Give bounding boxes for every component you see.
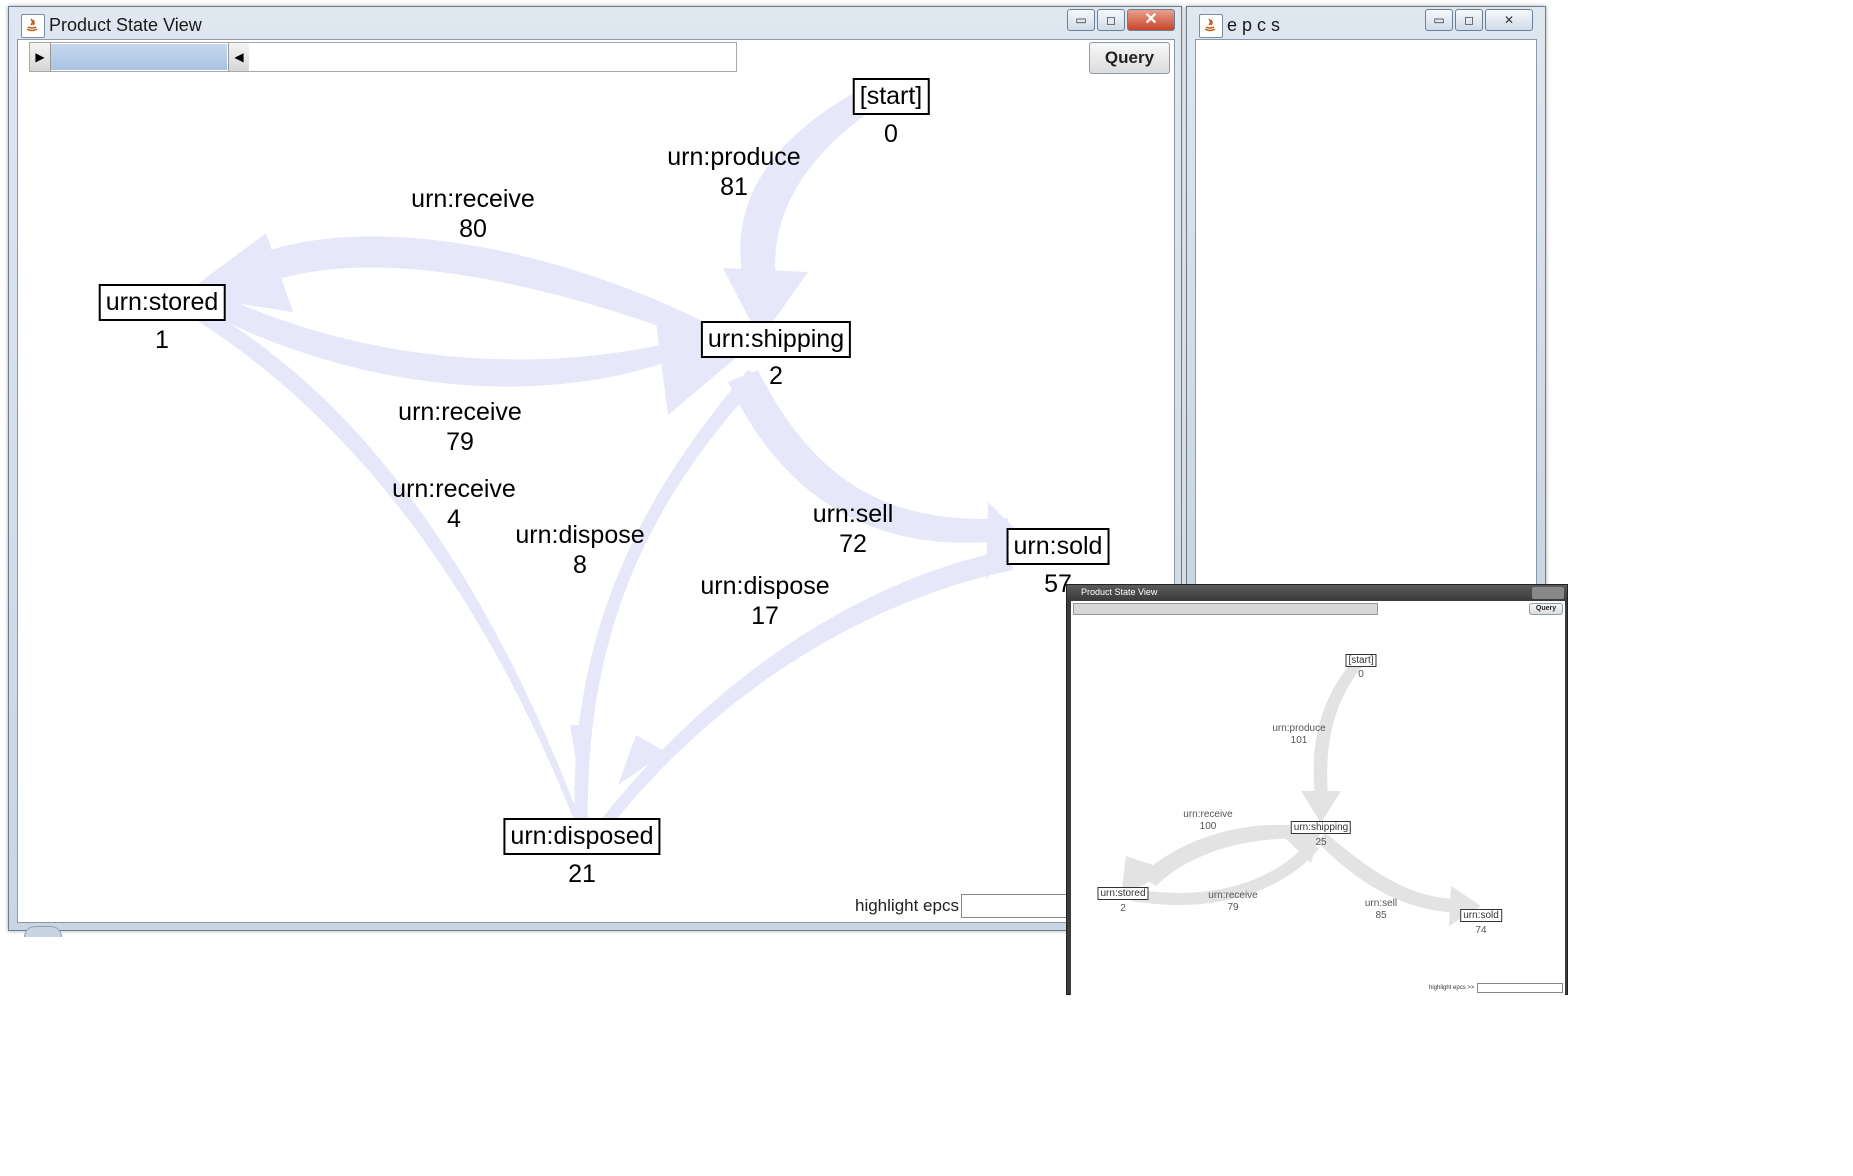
edge-count-receive-79: 79 bbox=[446, 428, 474, 456]
edge-count-dispose-17: 17 bbox=[751, 602, 779, 630]
edge-receive-4 bbox=[188, 310, 584, 830]
inset-edges bbox=[1121, 656, 1481, 926]
graph-canvas: ▶ ◀ Query [start] 0 urn:stored 1 urn:shi… bbox=[17, 39, 1175, 923]
inset-edge-count-receive-100: 100 bbox=[1199, 821, 1217, 832]
inset-window-controls[interactable] bbox=[1532, 587, 1564, 599]
desktop-button-fragment bbox=[24, 926, 62, 937]
edge-count-receive-80: 80 bbox=[459, 215, 487, 243]
java-app-icon bbox=[1199, 14, 1223, 38]
minimize-button[interactable]: ▭ bbox=[1067, 9, 1095, 31]
edge-label-receive-80: urn:receive bbox=[411, 185, 535, 213]
inset-node-start[interactable]: [start] bbox=[1345, 654, 1377, 667]
product-state-window: Product State View ▭ ◻ ✕ ▶ ◀ Query [star… bbox=[8, 6, 1182, 931]
edge-count-produce: 81 bbox=[720, 173, 748, 201]
node-shipping[interactable]: urn:shipping bbox=[700, 321, 852, 358]
node-shipping-count: 2 bbox=[769, 362, 783, 390]
node-disposed[interactable]: urn:disposed bbox=[503, 818, 661, 855]
inset-node-shipping[interactable]: urn:shipping bbox=[1290, 821, 1352, 834]
node-disposed-count: 21 bbox=[568, 860, 596, 888]
edge-count-dispose-8: 8 bbox=[573, 551, 587, 579]
inset-title: Product State View bbox=[1081, 587, 1158, 597]
epcs-titlebar: e p c s ▭ ◻ ✕ bbox=[1187, 7, 1545, 43]
inset-node-shipping-count: 25 bbox=[1315, 837, 1327, 848]
inset-node-stored-count: 2 bbox=[1120, 903, 1126, 914]
inset-product-state-window: Product State View Query [start] 0 urn:s… bbox=[1066, 584, 1568, 996]
inset-edge-count-produce: 101 bbox=[1290, 735, 1308, 746]
main-titlebar: Product State View ▭ ◻ ✕ bbox=[9, 7, 1181, 43]
edge-label-dispose-17: urn:dispose bbox=[700, 572, 830, 600]
maximize-button[interactable]: ◻ bbox=[1097, 9, 1125, 31]
inset-edge-label-receive-79: urn:receive bbox=[1208, 890, 1258, 901]
edge-label-produce: urn:produce bbox=[667, 143, 801, 171]
close-button[interactable]: ✕ bbox=[1127, 9, 1175, 31]
inset-edge-label-receive-100: urn:receive bbox=[1183, 809, 1233, 820]
inset-titlebar: Product State View bbox=[1067, 585, 1567, 601]
inset-edge-label-produce: urn:produce bbox=[1272, 723, 1326, 734]
edge-count-sell: 72 bbox=[839, 530, 867, 558]
inset-highlight-input[interactable] bbox=[1477, 983, 1563, 993]
node-sold[interactable]: urn:sold bbox=[1006, 528, 1110, 565]
edge-label-dispose-8: urn:dispose bbox=[515, 521, 645, 549]
edge-label-receive-79: urn:receive bbox=[398, 398, 522, 426]
inset-node-sold[interactable]: urn:sold bbox=[1460, 909, 1502, 922]
inset-node-stored[interactable]: urn:stored bbox=[1097, 887, 1149, 900]
close-button[interactable]: ✕ bbox=[1485, 9, 1533, 31]
inset-edge-count-sell: 85 bbox=[1375, 910, 1387, 921]
graph-edges bbox=[183, 80, 1018, 830]
maximize-button[interactable]: ◻ bbox=[1455, 9, 1483, 31]
epcs-window-title: e p c s bbox=[1227, 15, 1281, 35]
edge-label-receive-4: urn:receive bbox=[392, 475, 516, 503]
node-start[interactable]: [start] bbox=[852, 78, 930, 115]
inset-canvas: Query [start] 0 urn:shipping 25 urn:stor… bbox=[1071, 601, 1565, 996]
java-app-icon bbox=[21, 14, 45, 38]
inset-edge-label-sell: urn:sell bbox=[1364, 898, 1398, 909]
minimize-button[interactable]: ▭ bbox=[1425, 9, 1453, 31]
main-window-title: Product State View bbox=[49, 15, 202, 35]
inset-edge-count-receive-79: 79 bbox=[1227, 902, 1239, 913]
node-start-count: 0 bbox=[884, 120, 898, 148]
epcs-window: e p c s ▭ ◻ ✕ bbox=[1186, 6, 1546, 596]
inset-node-start-count: 0 bbox=[1358, 669, 1364, 680]
epcs-list[interactable] bbox=[1195, 39, 1537, 591]
inset-highlight-label: highlight epcs >> bbox=[1429, 985, 1475, 991]
node-stored-count: 1 bbox=[155, 326, 169, 354]
edge-count-receive-4: 4 bbox=[447, 505, 461, 533]
edge-label-sell: urn:sell bbox=[812, 500, 894, 528]
inset-node-sold-count: 74 bbox=[1475, 925, 1487, 936]
node-stored[interactable]: urn:stored bbox=[98, 284, 226, 321]
